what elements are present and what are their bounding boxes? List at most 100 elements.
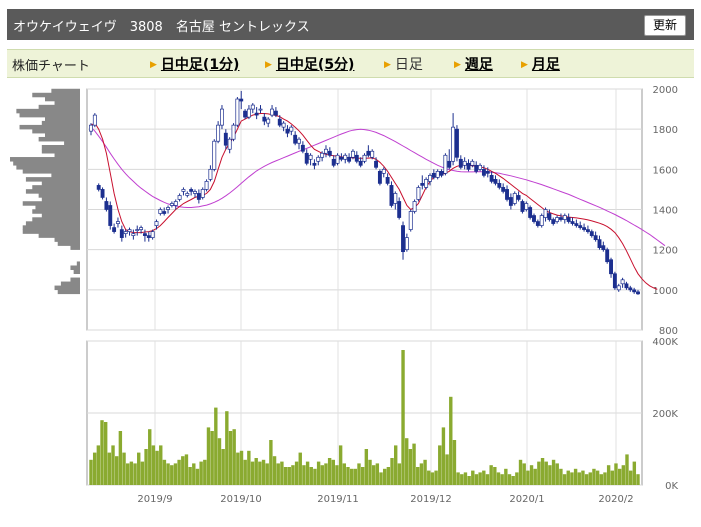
volume-profile-bar — [54, 237, 80, 242]
volume-bar — [107, 452, 112, 485]
candle-body — [374, 160, 379, 168]
volume-bar — [214, 407, 218, 485]
volume-bar — [445, 454, 449, 485]
volume-bar — [599, 474, 603, 485]
volume-bar — [118, 431, 123, 485]
volume-profile-bar — [41, 144, 80, 150]
volume-bar — [522, 463, 526, 485]
candle-body — [246, 108, 251, 118]
volume-bar — [269, 440, 273, 485]
candle-body — [455, 128, 459, 158]
candle-body — [212, 140, 217, 170]
volume-profile-bar — [41, 181, 80, 186]
volume-bar — [584, 474, 589, 485]
candle-body — [574, 223, 579, 226]
volume-profile-bar — [45, 116, 80, 122]
x-tick-label: 2019/12 — [410, 494, 452, 505]
candle-body — [512, 193, 517, 204]
volume-profile-bar — [10, 157, 80, 162]
volume-bar — [397, 463, 402, 485]
volume-bar — [247, 450, 251, 485]
volume-bar — [364, 449, 369, 485]
candle-body — [424, 179, 429, 188]
candle-body — [516, 195, 521, 200]
volume-bar — [463, 472, 468, 485]
candle-body — [150, 231, 155, 238]
volume-profile-bar — [38, 233, 80, 238]
candle-body — [142, 233, 147, 236]
candle-body — [539, 215, 544, 226]
volume-bar — [192, 463, 196, 485]
volume-bar — [258, 461, 262, 485]
candle-body — [223, 132, 228, 146]
candle-body — [339, 156, 344, 160]
candle-body — [358, 160, 363, 166]
volume-bar — [261, 459, 266, 485]
candle-body — [416, 187, 421, 200]
candle-body — [620, 279, 625, 285]
volume-bar — [313, 468, 317, 485]
volume-bar — [177, 459, 181, 485]
x-tick-label: 2020/1 — [509, 494, 544, 505]
volume-bar — [316, 461, 321, 485]
candle-body — [285, 128, 290, 134]
price-tick-label: 800 — [659, 326, 678, 337]
candle-body — [551, 219, 556, 224]
candle-body — [589, 231, 594, 236]
volume-bar — [254, 458, 258, 485]
volume-bar — [114, 456, 119, 485]
candle-body — [181, 189, 186, 192]
volume-bar — [349, 468, 354, 485]
candle-body — [478, 164, 483, 170]
candle-body — [420, 183, 425, 186]
candle-body — [220, 108, 224, 126]
candle-body — [169, 203, 174, 206]
candle-body — [273, 110, 278, 116]
candle-body — [435, 170, 440, 178]
volume-profile-bar — [41, 213, 80, 218]
volume-bar — [617, 468, 622, 485]
candle-body — [119, 229, 124, 238]
volume-bar — [504, 468, 508, 485]
volume-bar — [184, 454, 189, 485]
candle-body — [474, 164, 479, 172]
volume-bar — [581, 470, 585, 485]
candle-body — [123, 231, 128, 234]
volume-profile-bar — [19, 124, 80, 130]
candle-body — [308, 154, 313, 160]
volume-bar — [100, 420, 104, 485]
volume-bar — [606, 465, 611, 485]
price-tick-label: 1400 — [653, 206, 678, 217]
volume-bar — [405, 438, 409, 485]
volume-bar — [89, 459, 93, 485]
volume-bar — [324, 463, 328, 485]
volume-profile-bar — [70, 265, 80, 270]
candle-body — [270, 108, 274, 116]
candle-body — [462, 160, 467, 166]
volume-bar — [250, 461, 255, 485]
candle-body — [370, 150, 375, 158]
candle-body — [135, 229, 140, 231]
volume-bar — [265, 463, 269, 485]
candle-body — [555, 217, 560, 222]
volume-bar — [588, 472, 592, 485]
candle-body — [320, 152, 325, 158]
candle-body — [601, 245, 606, 251]
volume-profile-bar — [60, 281, 80, 287]
volume-profile-bar — [22, 225, 80, 230]
volume-profile-bar — [54, 100, 80, 106]
candle-body — [331, 158, 336, 166]
volume-bar — [434, 470, 438, 485]
volume-bar — [526, 470, 530, 485]
candle-body — [204, 181, 209, 190]
volume-bar — [228, 431, 233, 485]
volume-bar — [298, 452, 302, 485]
candle-body — [362, 154, 367, 162]
volume-bar — [500, 474, 504, 485]
candle-body — [104, 201, 109, 210]
volume-bar — [294, 461, 299, 485]
volume-bar — [478, 472, 482, 485]
volume-bar — [276, 463, 280, 485]
volume-bar — [111, 445, 115, 485]
candle-body — [385, 177, 390, 184]
